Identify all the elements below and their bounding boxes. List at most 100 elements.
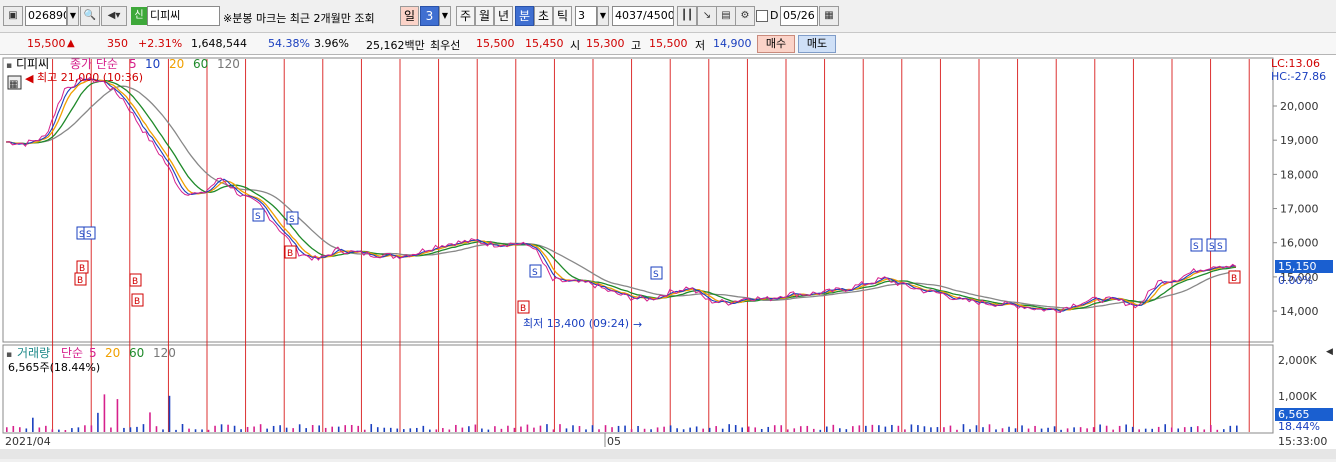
- tab-minute[interactable]: 분: [515, 6, 534, 26]
- volume-bar: [617, 425, 620, 432]
- volume-bar: [1053, 426, 1056, 432]
- period-value[interactable]: 3: [420, 6, 439, 26]
- gear-icon[interactable]: ⚙: [735, 6, 755, 26]
- tab-second[interactable]: 초: [534, 6, 553, 26]
- volume-bar: [786, 429, 789, 432]
- tab-year[interactable]: 년: [494, 6, 513, 26]
- volume-bar: [845, 429, 848, 432]
- volume-bar: [936, 427, 939, 432]
- tick-value-input[interactable]: 3: [575, 6, 597, 26]
- volume-bar: [422, 425, 425, 432]
- stock-name-field[interactable]: 디피씨: [147, 6, 220, 26]
- volume-bar: [455, 424, 457, 432]
- volume-bar: [32, 417, 34, 432]
- volume-bar: [481, 428, 483, 432]
- data-count-field[interactable]: 4037/4500: [612, 6, 674, 26]
- volume-bar: [708, 427, 711, 432]
- sell-marker-label: S: [289, 215, 295, 225]
- volume-bar: [1209, 425, 1212, 432]
- volume-bar: [357, 425, 360, 432]
- volume-bar: [181, 424, 184, 432]
- stock-chart[interactable]: S SBB BBS SBSBSS S SB 20,00019,00018,00017,00…: [0, 55, 1336, 459]
- volume-bar: [253, 426, 255, 432]
- volume-bar: [1066, 428, 1069, 432]
- sell-button[interactable]: 매도: [798, 35, 836, 53]
- volume-bar: [90, 425, 93, 432]
- volume-bar: [442, 428, 444, 432]
- search-icon[interactable]: 🔍: [80, 6, 100, 26]
- quote-bar: 15,500 ▲ 350 +2.31% 1,648,544 54.38% 3.9…: [0, 33, 1336, 55]
- tab-month[interactable]: 월: [475, 6, 494, 26]
- date-input[interactable]: 05/26: [780, 6, 818, 26]
- horizontal-scrollbar[interactable]: [0, 449, 1336, 459]
- volume-bar: [500, 428, 503, 432]
- volume-bar: [780, 425, 783, 432]
- period-dropdown-icon[interactable]: ▼: [439, 6, 451, 26]
- save-icon[interactable]: ▤: [716, 6, 736, 26]
- volume-bar: [1229, 425, 1232, 432]
- tab-day[interactable]: 일: [400, 6, 419, 26]
- volume-bar: [1034, 425, 1036, 432]
- volume-bar: [233, 425, 236, 432]
- tab-week[interactable]: 주: [456, 6, 475, 26]
- low-arrow-icon: →: [633, 318, 642, 331]
- buy-button[interactable]: 매수: [757, 35, 795, 53]
- buy-marker-label: B: [520, 304, 526, 314]
- volume-bar: [38, 427, 41, 432]
- volume-bar: [1118, 425, 1121, 432]
- grid-icon: ▦: [9, 79, 18, 90]
- volume-bar: [975, 425, 978, 432]
- buy-marker-label: B: [287, 249, 293, 259]
- best-bid: 15,450: [525, 37, 564, 50]
- volume-bar: [1196, 426, 1199, 432]
- calendar-icon[interactable]: ▦: [819, 6, 839, 26]
- chart-area[interactable]: SSBBBBSSBSBSSSSB 20,000 19,000 18,000 17,00…: [0, 55, 1336, 459]
- volume-bar: [1099, 424, 1101, 432]
- volume-bar: [71, 428, 73, 432]
- price-panel-name: 디피씨: [16, 57, 49, 71]
- volume-bar: [949, 425, 952, 432]
- volume-bar: [461, 427, 464, 432]
- volume-bar: [904, 429, 906, 432]
- volume-bar: [799, 426, 802, 432]
- volume-ma-prefix: 단순: [61, 346, 83, 360]
- volume-scroll-up-icon[interactable]: ◀: [1326, 347, 1333, 357]
- volume-bar: [409, 428, 412, 432]
- date-checkbox[interactable]: [756, 10, 768, 22]
- minute-mark-notice: ※분봉 마크는 최근 2개월만 조회: [223, 12, 375, 25]
- volume-bar: [734, 425, 737, 432]
- stock-code-dropdown-icon[interactable]: ▼: [67, 6, 79, 26]
- volume-tick-1: 1,000K: [1278, 390, 1317, 403]
- panel-collapse-icon[interactable]: ▪: [6, 61, 12, 71]
- volume-bar: [1170, 427, 1173, 432]
- volume-panel-collapse-icon[interactable]: ▪: [6, 350, 12, 360]
- candle-type-icon[interactable]: ┃┃: [677, 6, 697, 26]
- speaker-icon[interactable]: ◀▾: [101, 6, 127, 26]
- volume-pct-tag: 18.44%: [1278, 420, 1320, 433]
- volume-bar: [168, 395, 171, 432]
- volume-bar: [487, 429, 490, 432]
- tab-tick[interactable]: 틱: [553, 6, 572, 26]
- volume-bar: [884, 426, 887, 432]
- volume-bar: [376, 427, 379, 432]
- high-marker-label: 최고 21,000 (10:36): [37, 71, 143, 84]
- volume-bar: [572, 425, 574, 432]
- tick-dropdown-icon[interactable]: ▼: [597, 6, 609, 26]
- volume-bar: [1105, 425, 1108, 432]
- volume-bar: [1151, 428, 1153, 432]
- volume-bar: [507, 425, 509, 432]
- window-menu-icon[interactable]: ▣: [3, 6, 23, 26]
- volume-bar: [1222, 429, 1225, 432]
- volume-bar: [643, 428, 646, 432]
- price-ma-period: 10: [145, 57, 160, 71]
- price-panel[interactable]: [2, 57, 1274, 343]
- volume-bar: [468, 426, 470, 432]
- volume-panel[interactable]: [2, 344, 1274, 434]
- volume-bar: [852, 426, 854, 432]
- volume-bar: [611, 427, 613, 432]
- stock-code-input[interactable]: 026890: [25, 6, 67, 26]
- x-label-may: 05: [607, 435, 621, 448]
- volume-bar: [832, 424, 835, 432]
- volume-bar: [669, 425, 672, 432]
- drawing-tool-icon[interactable]: ↘: [697, 6, 717, 26]
